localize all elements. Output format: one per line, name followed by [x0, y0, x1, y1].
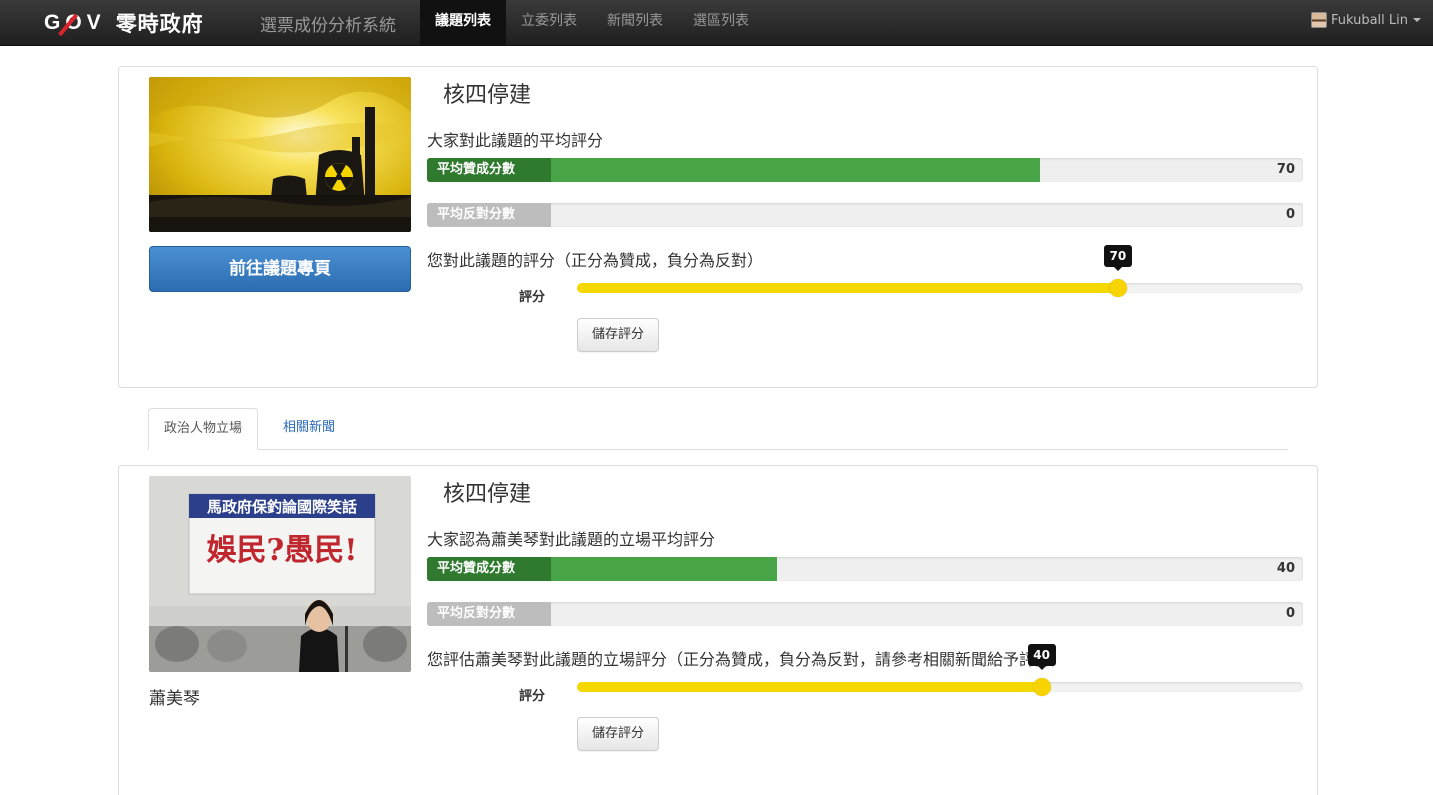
avg-pro-score-value: 70 [1276, 162, 1295, 177]
avg-pro-score-label: 平均贊成分數 [427, 158, 551, 182]
stance-slider-handle[interactable] [1032, 678, 1051, 696]
nuclear-plant-image [149, 77, 411, 232]
detail-tabs: 政治人物立場 相關新聞 [148, 408, 1288, 450]
avg-pro-score-bar: 平均贊成分數 70 [427, 158, 1303, 182]
nav-districts[interactable]: 選區列表 [678, 0, 764, 46]
main-nav: 議題列表 立委列表 新聞列表 選區列表 [420, 0, 764, 46]
stance-rating-question: 您評估蕭美琴對此議題的立場評分（正分為贊成，負分為反對，請參考相關新聞給予評分） [427, 650, 1068, 669]
stance-issue-title: 核四停建 [443, 482, 532, 507]
rating-slider-handle[interactable] [1108, 279, 1127, 297]
stance-slider-label: 評分 [519, 689, 546, 704]
rating-slider-tooltip: 70 [1103, 245, 1132, 271]
tab-related-news[interactable]: 相關新聞 [268, 408, 350, 450]
nav-issues[interactable]: 議題列表 [420, 0, 506, 46]
rating-slider-label: 評分 [519, 290, 546, 305]
nav-news[interactable]: 新聞列表 [592, 0, 678, 46]
stance-rating-slider[interactable]: 40 [577, 644, 1303, 696]
avg-con-score-bar: 平均反對分數 0 [427, 203, 1303, 227]
stance-avg-pro-bar: 平均贊成分數 40 [427, 557, 1303, 581]
goto-issue-page-button[interactable]: 前往議題專頁 [149, 246, 411, 292]
rating-slider[interactable]: 70 [577, 245, 1303, 297]
banner-headline: 馬政府保釣論國際笑話 [207, 498, 357, 516]
issue-title: 核四停建 [443, 83, 532, 108]
caret-down-icon [1413, 18, 1421, 22]
rating-slider-fill [577, 283, 1118, 293]
stance-slider-fill [577, 682, 1042, 692]
top-navbar: GOV 零時政府 選票成份分析系統 議題列表 立委列表 新聞列表 選區列表 Fu… [0, 0, 1433, 46]
gov-logo: GOV [44, 11, 106, 37]
avatar [1310, 12, 1327, 28]
issue-image [149, 77, 411, 232]
stance-avg-con-bar: 平均反對分數 0 [427, 602, 1303, 626]
politician-photo: 馬政府保釣論國際笑話 娛民?愚民! [149, 476, 411, 672]
brand[interactable]: GOV 零時政府 [44, 9, 204, 37]
stance-slider-tooltip: 40 [1027, 644, 1056, 670]
politician-name: 蕭美琴 [149, 689, 200, 709]
stance-avg-pro-label: 平均贊成分數 [427, 557, 551, 581]
user-name: Fukuball Lin [1330, 12, 1408, 28]
stance-avg-con-label: 平均反對分數 [427, 602, 551, 626]
issue-card: 前往議題專頁 核四停建 大家對此議題的平均評分 平均贊成分數 70 平均反對分數… [118, 66, 1318, 388]
stance-avg-pro-value: 40 [1276, 561, 1295, 576]
stance-avg-con-value: 0 [1285, 606, 1295, 621]
stance-avg-heading: 大家認為蕭美琴對此議題的立場平均評分 [427, 530, 716, 549]
avg-con-score-value: 0 [1285, 207, 1295, 222]
politician-press-photo: 馬政府保釣論國際笑話 娛民?愚民! [149, 476, 411, 672]
avg-con-score-label: 平均反對分數 [427, 203, 551, 227]
nav-legislators[interactable]: 立委列表 [506, 0, 592, 46]
banner-slogan: 娛民?愚民! [206, 533, 358, 568]
rating-question: 您對此議題的評分（正分為贊成，負分為反對） [427, 251, 764, 270]
brand-name: 零時政府 [115, 12, 204, 36]
save-rating-button[interactable]: 儲存評分 [577, 318, 659, 352]
tab-politician-stance[interactable]: 政治人物立場 [148, 408, 259, 450]
app-title[interactable]: 選票成份分析系統 [260, 11, 396, 36]
stance-save-rating-button[interactable]: 儲存評分 [577, 717, 659, 751]
avg-score-heading: 大家對此議題的平均評分 [427, 131, 604, 150]
stance-card: 馬政府保釣論國際笑話 娛民?愚民! 蕭美琴 核四停建 大家認為蕭美琴對此議題的立… [118, 465, 1318, 795]
user-menu[interactable]: Fukuball Lin [1310, 12, 1421, 28]
